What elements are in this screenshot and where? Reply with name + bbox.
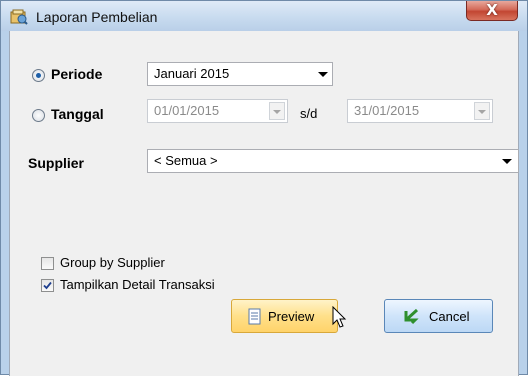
- periode-dropdown[interactable]: Januari 2015: [147, 62, 333, 86]
- mouse-pointer-icon: [332, 306, 347, 328]
- undo-arrow-icon: [404, 308, 419, 325]
- group-by-supplier-label: Group by Supplier: [60, 255, 165, 270]
- date-range-separator: s/d: [300, 106, 318, 121]
- tanggal-label: Tanggal: [51, 106, 104, 122]
- tanggal-radio[interactable]: [32, 109, 45, 122]
- checkmark-icon: [43, 281, 52, 290]
- close-icon: X: [486, 1, 498, 19]
- title-bar[interactable]: Laporan Pembelian X: [1, 1, 527, 31]
- periode-radio[interactable]: [32, 69, 45, 82]
- cancel-button[interactable]: Cancel: [384, 299, 493, 333]
- report-dialog-window: Laporan Pembelian X Periode Januari 2015…: [0, 0, 528, 376]
- preview-button[interactable]: Preview: [231, 299, 338, 333]
- supplier-label: Supplier: [28, 155, 85, 171]
- date-dropdown-icon[interactable]: [269, 102, 285, 120]
- supplier-dropdown[interactable]: < Semua >: [147, 149, 519, 173]
- tanggal-from-value: 01/01/2015: [154, 103, 220, 118]
- show-transaction-detail-checkbox[interactable]: [41, 279, 54, 292]
- chevron-down-icon[interactable]: [502, 159, 512, 164]
- report-app-icon: [10, 9, 28, 25]
- tanggal-to-field[interactable]: 31/01/2015: [347, 99, 493, 123]
- preview-label: Preview: [268, 309, 315, 324]
- close-button[interactable]: X: [466, 1, 518, 21]
- periode-label: Periode: [51, 66, 103, 82]
- window-title: Laporan Pembelian: [36, 9, 158, 25]
- date-dropdown-icon[interactable]: [474, 102, 490, 120]
- tanggal-to-value: 31/01/2015: [354, 103, 420, 118]
- show-transaction-detail-label: Tampilkan Detail Transaksi: [60, 277, 215, 292]
- group-by-supplier-checkbox[interactable]: [41, 257, 54, 270]
- document-preview-icon: [248, 308, 261, 325]
- supplier-value: < Semua >: [154, 153, 218, 168]
- chevron-down-icon[interactable]: [318, 72, 328, 77]
- cancel-label: Cancel: [429, 309, 470, 324]
- periode-value: Januari 2015: [154, 66, 230, 81]
- tanggal-from-field[interactable]: 01/01/2015: [147, 99, 288, 123]
